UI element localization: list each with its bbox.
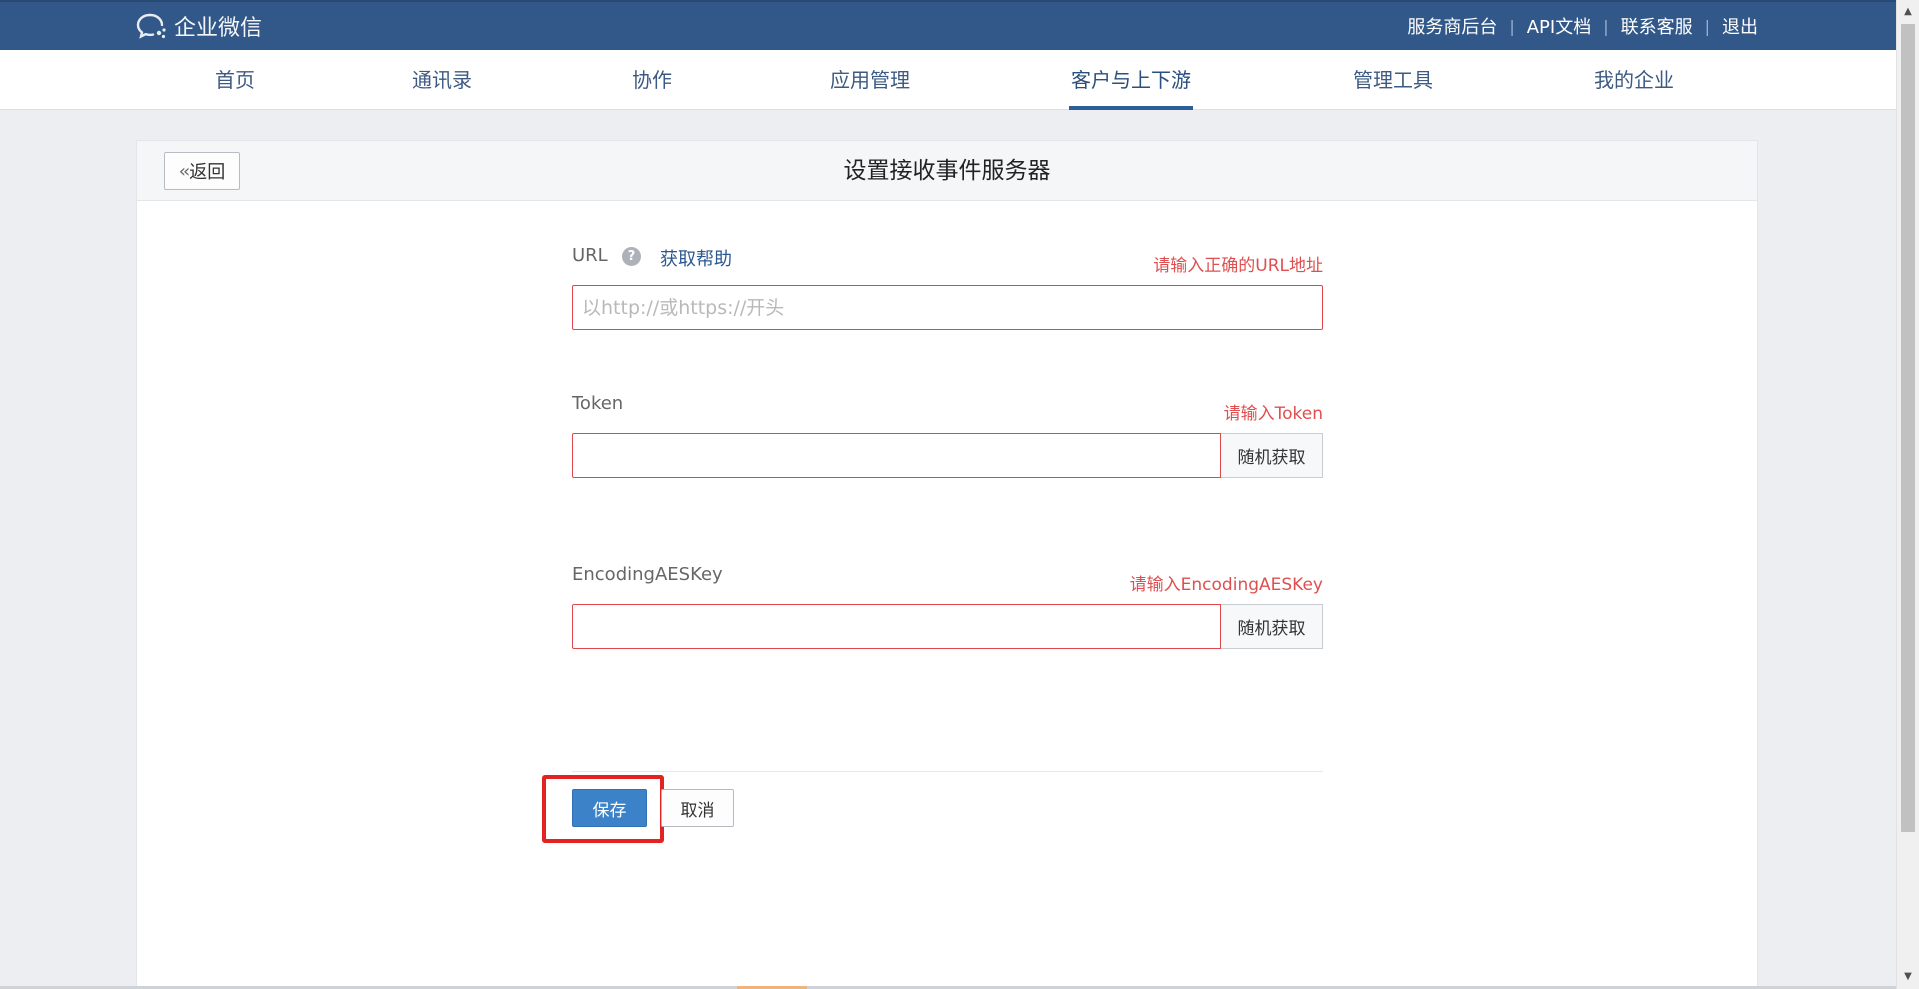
question-icon[interactable]: ?: [622, 247, 641, 266]
token-input-group: 随机获取: [572, 433, 1323, 478]
link-separator: |: [1603, 16, 1609, 36]
token-input[interactable]: [572, 433, 1221, 478]
top-header: 企业微信 服务商后台 | API文档 | 联系客服 | 退出: [0, 0, 1896, 50]
server-config-form: URL ? 获取帮助 请输入正确的URL地址 Token 请输入Token 随机…: [572, 241, 1323, 649]
url-label-row: URL ? 获取帮助 请输入正确的URL地址: [572, 241, 1323, 285]
url-error-message: 请输入正确的URL地址: [1153, 256, 1323, 276]
tab-management-tools[interactable]: 管理工具: [1353, 50, 1433, 110]
scroll-up-arrow-icon[interactable]: ▲: [1897, 2, 1919, 22]
save-button[interactable]: 保存: [572, 789, 647, 827]
content-panel: 设置接收事件服务器 ‹‹ 返回 URL ? 获取帮助 请输入正确的URL地址 T…: [136, 140, 1758, 989]
double-chevron-left-icon: ‹‹: [178, 160, 191, 182]
cancel-button[interactable]: 取消: [661, 789, 734, 827]
page-title: 设置接收事件服务器: [843, 158, 1051, 184]
aeskey-input-group: 随机获取: [572, 604, 1323, 649]
url-label: URL: [572, 245, 608, 266]
token-label-row: Token 请输入Token: [572, 389, 1323, 433]
aeskey-random-button[interactable]: 随机获取: [1221, 604, 1323, 649]
link-separator: |: [1509, 16, 1515, 36]
url-field: URL ? 获取帮助 请输入正确的URL地址: [572, 241, 1323, 330]
logo[interactable]: 企业微信: [136, 10, 262, 42]
token-error-message: 请输入Token: [1223, 404, 1323, 424]
top-links: 服务商后台 | API文档 | 联系客服 | 退出: [1407, 2, 1758, 50]
link-separator: |: [1704, 16, 1710, 36]
main-nav: 首页 通讯录 协作 应用管理 客户与上下游 管理工具 我的企业: [0, 50, 1896, 110]
tab-contacts[interactable]: 通讯录: [412, 50, 472, 110]
panel-header: 设置接收事件服务器 ‹‹ 返回: [137, 141, 1757, 201]
tab-my-enterprise[interactable]: 我的企业: [1594, 50, 1674, 110]
aeskey-field: EncodingAESKey 请输入EncodingAESKey 随机获取: [572, 560, 1323, 649]
logo-text: 企业微信: [174, 16, 263, 41]
aeskey-input[interactable]: [572, 604, 1221, 649]
form-divider: [572, 771, 1323, 772]
tab-app-management[interactable]: 应用管理: [830, 50, 910, 110]
provider-console-link[interactable]: 服务商后台: [1407, 13, 1497, 39]
back-button[interactable]: ‹‹ 返回: [164, 152, 240, 190]
scroll-down-arrow-icon[interactable]: ▼: [1897, 967, 1919, 987]
get-help-link[interactable]: 获取帮助: [660, 245, 732, 271]
scroll-thumb[interactable]: [1901, 24, 1915, 832]
url-input[interactable]: [572, 285, 1323, 330]
api-docs-link[interactable]: API文档: [1527, 13, 1591, 39]
contact-support-link[interactable]: 联系客服: [1621, 13, 1693, 39]
tab-home[interactable]: 首页: [215, 50, 255, 110]
aeskey-label: EncodingAESKey: [572, 564, 723, 585]
wecom-logo-icon: [136, 13, 166, 39]
token-random-button[interactable]: 随机获取: [1221, 433, 1323, 478]
token-label: Token: [572, 393, 624, 414]
aeskey-error-message: 请输入EncodingAESKey: [1129, 575, 1323, 595]
tab-collaboration[interactable]: 协作: [632, 50, 672, 110]
token-field: Token 请输入Token 随机获取: [572, 389, 1323, 478]
back-button-label: 返回: [189, 162, 226, 183]
logout-link[interactable]: 退出: [1722, 13, 1758, 39]
aeskey-label-row: EncodingAESKey 请输入EncodingAESKey: [572, 560, 1323, 604]
tab-customers-partners[interactable]: 客户与上下游: [1069, 50, 1193, 110]
vertical-scrollbar[interactable]: ▲ ▼: [1896, 0, 1919, 989]
